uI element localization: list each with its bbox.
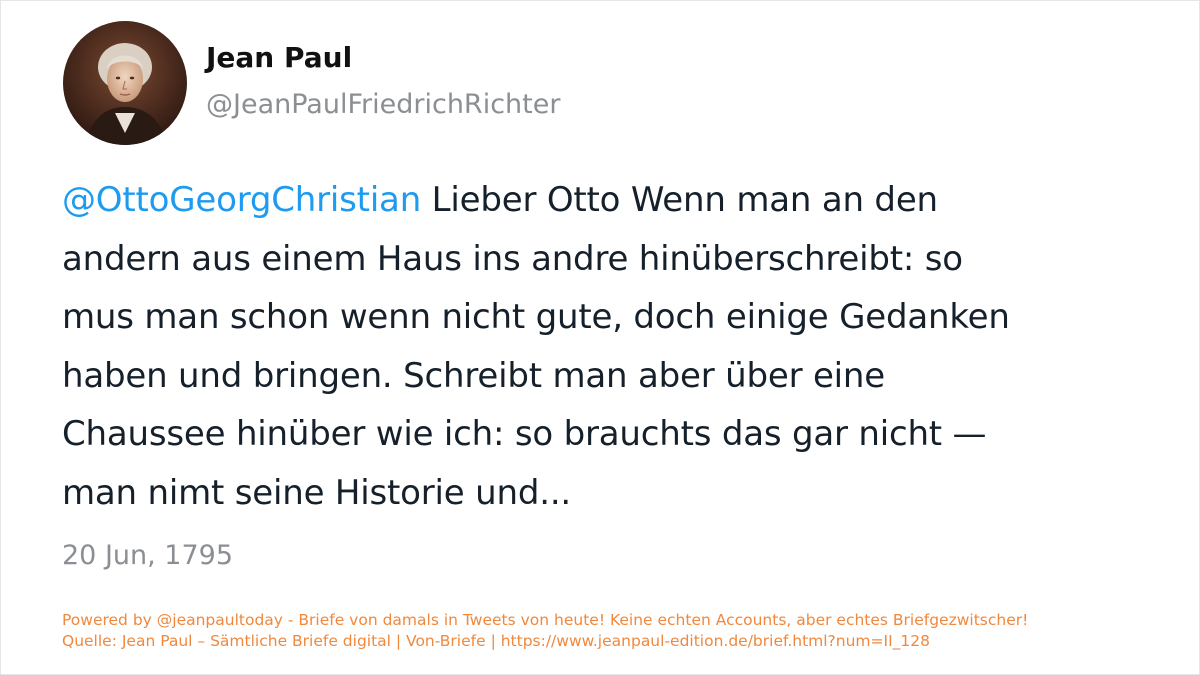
tweet-line-1-text: Lieber Otto Wenn man an den [421, 180, 938, 220]
tweet-date: 20 Jun, 1795 [62, 540, 234, 571]
footer: Powered by @jeanpaultoday - Briefe von d… [62, 610, 1182, 652]
tweet-line-5: Chaussee hinüber wie ich: so brauchts da… [62, 414, 987, 454]
tweet-line-4: haben und bringen. Schreibt man aber übe… [62, 355, 885, 396]
footer-source: Quelle: Jean Paul – Sämtliche Briefe dig… [62, 632, 930, 650]
tweet-line-6: man nimt seine Historie und... [62, 472, 572, 513]
tweet-card: Jean Paul @JeanPaulFriedrichRichter @Ott… [0, 0, 1200, 675]
author-handle[interactable]: @JeanPaulFriedrichRichter [206, 89, 560, 120]
mention-link[interactable]: @OttoGeorgChristian [62, 180, 421, 220]
tweet-text: @OttoGeorgChristian Lieber Otto Wenn man… [62, 171, 1152, 522]
author-name[interactable]: Jean Paul [206, 41, 352, 74]
author-avatar[interactable] [63, 21, 187, 145]
portrait-avatar-icon [63, 21, 187, 145]
tweet-line-1: @OttoGeorgChristian Lieber Otto Wenn man… [62, 171, 1152, 230]
footer-powered-by: Powered by @jeanpaultoday - Briefe von d… [62, 611, 1029, 629]
tweet-line-2: andern aus einem Haus ins andre hinübers… [62, 238, 963, 279]
tweet-line-3: mus man schon wenn nicht gute, doch eini… [62, 297, 1010, 337]
